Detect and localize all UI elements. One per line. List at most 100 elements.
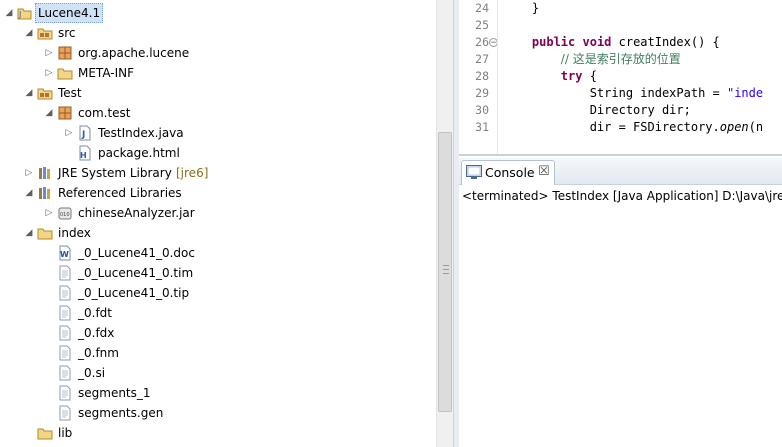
expanded-twisty-icon[interactable]: ◢: [24, 83, 34, 103]
console-tab-label: Console: [485, 165, 535, 180]
console-tab-bar: Console ☒: [459, 158, 782, 185]
tree-item-label: TestIndex.java: [98, 126, 184, 140]
svg-text:010: 010: [60, 212, 70, 218]
expanded-twisty-icon[interactable]: ◢: [24, 223, 34, 243]
line-number: 29: [475, 86, 489, 100]
line-number-gutter: 24 25 26−27 28 29 30 31: [459, 0, 498, 154]
html-file-icon: H: [77, 145, 93, 161]
code-line[interactable]: Directory dir;: [503, 102, 691, 119]
tree-item-label: Referenced Libraries: [58, 186, 182, 200]
package-icon: [57, 45, 73, 61]
package-explorer: ◢ J Lucene4.1 ◢ src ▷ org.apache.lucene ▷ META-I…: [0, 0, 436, 447]
file-icon: [57, 305, 73, 321]
tree-item-label: index: [58, 226, 91, 240]
line-number: 24: [475, 1, 489, 15]
tree-item-label: _0_Lucene41_0.doc: [78, 246, 195, 260]
source-folder-icon: [37, 85, 53, 101]
tree-item-label: _0.si: [78, 366, 106, 380]
expanded-twisty-icon[interactable]: ◢: [24, 23, 34, 43]
file-icon: [57, 365, 73, 381]
code-line[interactable]: try {: [503, 68, 597, 85]
tree-item-label: lib: [58, 426, 73, 440]
code-token: dir = FSDirectory.: [503, 120, 720, 134]
code-line[interactable]: public void creatIndex() {: [503, 34, 720, 51]
line-number: 25: [475, 18, 489, 32]
tab-console[interactable]: Console ☒: [461, 160, 555, 185]
collapsed-twisty-icon[interactable]: ▷: [44, 203, 54, 223]
code-line[interactable]: // 这是索引存放的位置: [503, 51, 681, 68]
expanded-twisty-icon[interactable]: ◢: [4, 3, 14, 23]
code-token: try: [560, 69, 583, 83]
scrollbar-thumb[interactable]: [438, 132, 452, 412]
code-token: (n: [748, 120, 764, 134]
console-icon: [466, 165, 482, 179]
svg-text:H: H: [80, 151, 87, 160]
tree-item-label: Lucene4.1: [35, 3, 104, 23]
explorer-vertical-scrollbar[interactable]: [436, 0, 454, 447]
tree-item-label: segments.gen: [78, 406, 164, 420]
close-icon[interactable]: ☒: [538, 164, 550, 179]
file-icon: [57, 325, 73, 341]
java-project-icon: J: [17, 5, 33, 21]
grip-icon: [443, 265, 449, 274]
tree-item-label: package.html: [98, 146, 180, 160]
java-file-icon: J: [77, 125, 93, 141]
tree-item-label: src: [58, 26, 76, 40]
tree-item-label: _0.fdt: [78, 306, 112, 320]
collapsed-twisty-icon[interactable]: ▷: [24, 163, 34, 183]
folder-icon: [37, 225, 53, 241]
tree-item-label: META-INF: [78, 66, 135, 80]
tree-item-label: _0.fdx: [78, 326, 115, 340]
code-token: }: [503, 1, 540, 15]
tree-item-label: segments_1: [78, 386, 151, 400]
package-icon: [57, 105, 73, 121]
line-number: 31: [475, 120, 489, 134]
expanded-twisty-icon[interactable]: ◢: [24, 183, 34, 203]
tree-item-decoration: [jre6]: [176, 166, 209, 180]
console-status: <terminated> TestIndex [Java Application…: [462, 189, 782, 203]
file-icon: [57, 405, 73, 421]
file-icon: [57, 265, 73, 281]
collapsed-twisty-icon[interactable]: ▷: [64, 123, 74, 143]
expanded-twisty-icon[interactable]: ◢: [44, 103, 54, 123]
console-output[interactable]: [459, 208, 782, 447]
code-token: open: [719, 120, 749, 134]
tree-item-label: _0.fnm: [78, 346, 119, 360]
folder-icon: [57, 65, 73, 81]
code-token: creatIndex() {: [611, 35, 720, 49]
svg-text:J: J: [81, 130, 85, 140]
collapsed-twisty-icon[interactable]: ▷: [44, 63, 54, 83]
code-token: void: [582, 35, 612, 49]
collapsed-twisty-icon[interactable]: ▷: [44, 43, 54, 63]
tree-item-label: _0_Lucene41_0.tip: [78, 286, 190, 300]
line-number: 27: [475, 52, 489, 66]
code-editor[interactable]: 24 25 26−27 28 29 30 31 } public void creatInd…: [459, 0, 782, 156]
tree-item-label: chineseAnalyzer.jar: [78, 206, 195, 220]
code-token: // 这是索引存放的位置: [560, 52, 681, 66]
code-token: public: [531, 35, 576, 49]
console-view: Console ☒ <terminated> TestIndex [Java A…: [459, 158, 782, 447]
code-token: "inde: [726, 86, 764, 100]
file-icon: [57, 345, 73, 361]
code-line[interactable]: }: [503, 0, 539, 17]
tree-item-label: org.apache.lucene: [78, 46, 190, 60]
line-number: 30: [475, 103, 489, 117]
code-token: {: [582, 69, 597, 83]
line-number: 28: [475, 69, 489, 83]
code-line[interactable]: dir = FSDirectory.open(n: [503, 119, 763, 136]
tree-item-label: Test: [58, 86, 82, 100]
line-number: 26: [475, 35, 489, 49]
file-icon: [57, 285, 73, 301]
tree-item-label: _0_Lucene41_0.tim: [78, 266, 194, 280]
library-icon: [37, 185, 53, 201]
code-line[interactable]: String indexPath = "inde: [503, 85, 763, 102]
tree-item-label: com.test: [78, 106, 131, 120]
jar-icon: 010: [57, 205, 73, 221]
code-token: String indexPath =: [503, 86, 727, 100]
tree-item-label: JRE System Library: [58, 166, 172, 180]
word-file-icon: W: [57, 245, 73, 261]
